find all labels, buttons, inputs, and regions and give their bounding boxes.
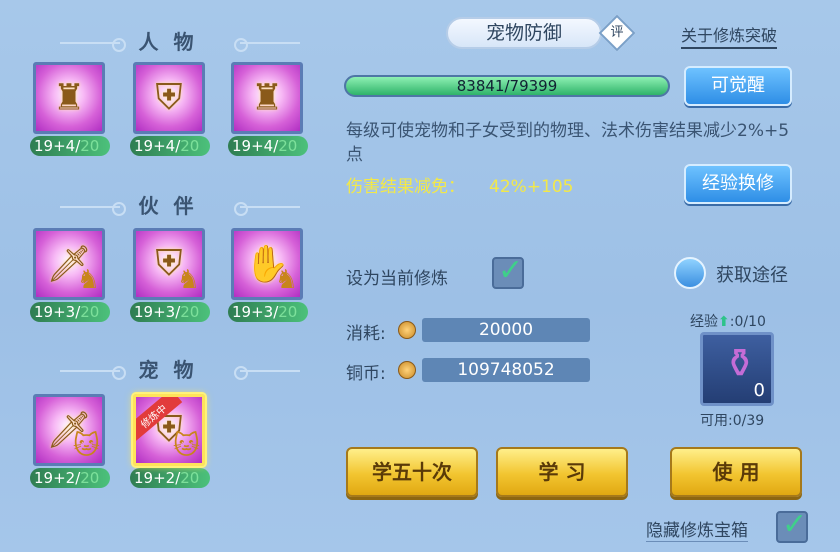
item-quantity: 0 (753, 380, 765, 401)
ornament-right (234, 202, 300, 216)
armor-icon: ♜ (250, 77, 284, 119)
skill-slot-pet-defense[interactable]: ⛨ 🐱 修炼中 19+2/20 (130, 394, 210, 488)
awaken-button[interactable]: 可觉醒 (684, 66, 792, 106)
vase-icon: ⚱ (723, 341, 757, 387)
skill-slot-pet-attack[interactable]: 🗡 🐱 19+2/20 (30, 394, 110, 488)
training-item-slot[interactable]: ⚱ 0 (700, 332, 774, 406)
cost-value: 20000 (422, 318, 590, 342)
coin-icon (398, 361, 416, 379)
skill-slot-character-magic[interactable]: ♜ 19+4/20 (228, 62, 308, 156)
skill-icon-frame: 🗡 ♞ (33, 228, 105, 300)
ornament-right (234, 366, 300, 380)
exp-exchange-button[interactable]: 经验换修 (684, 164, 792, 204)
progress-bar: 83841/79399 (344, 75, 670, 97)
damage-reduction: 伤害结果减免： 42%+105 (346, 172, 573, 197)
effect-description: 每级可使宠物和子女受到的物理、法术伤害结果减少2%+5点 (346, 121, 790, 165)
skill-slot-character-attack[interactable]: ♜ 19+4/20 (30, 62, 110, 156)
ornament-right (234, 38, 300, 52)
use-button[interactable]: 使 用 (670, 447, 802, 497)
book-icon[interactable] (674, 257, 706, 289)
exp-label: 经验 (690, 314, 718, 330)
armor-shield-icon: ⛨ (155, 77, 183, 118)
hide-box-label: 隐藏修炼宝箱 (646, 516, 748, 542)
beast-icon: ♞ (176, 265, 200, 295)
skill-level-bar: 19+2/20 (130, 468, 210, 488)
skill-icon-frame: 🗡 🐱 (33, 394, 105, 466)
skill-icon-frame: ♜ (231, 62, 303, 134)
skill-level-bar: 19+2/20 (30, 468, 110, 488)
skill-slot-partner-attack[interactable]: 🗡 ♞ 19+3/20 (30, 228, 110, 322)
about-breakthrough-link[interactable]: 关于修炼突破 (681, 22, 778, 49)
skill-slot-character-defense[interactable]: ⛨ 19+4/20 (130, 62, 210, 156)
set-current-label: 设为当前修炼 (346, 269, 448, 289)
statue-icon: ♜ (52, 77, 86, 119)
skill-level-bar: 19+4/20 (228, 136, 308, 156)
exp-value: :0/10 (729, 314, 766, 330)
check-icon: ✓ (782, 507, 808, 542)
learn-fifty-button[interactable]: 学五十次 (346, 447, 478, 497)
cat-icon: 🐱 (172, 431, 200, 461)
damage-reduction-label: 伤害结果减免： (346, 177, 465, 197)
skill-slot-partner-magic[interactable]: ✋ ♞ 19+3/20 (228, 228, 308, 322)
skill-level-bar: 19+4/20 (30, 136, 110, 156)
available-count: 可用:0/39 (700, 413, 765, 429)
skill-level-bar: 19+3/20 (228, 302, 308, 322)
arrow-up-icon: ⬆ (718, 314, 730, 330)
skill-icon-frame: ⛨ (133, 62, 205, 134)
exp-indicator: 经验⬆:0/10 (690, 311, 766, 331)
skill-icon-frame: ⛨ 🐱 修炼中 (133, 394, 205, 466)
damage-reduction-value: 42%+105 (489, 177, 574, 197)
set-current-checkbox[interactable]: ✓ (492, 253, 524, 289)
review-badge[interactable]: 评 (598, 14, 636, 52)
skill-level-bar: 19+4/20 (130, 136, 210, 156)
check-icon: ✓ (498, 253, 524, 288)
get-path-label[interactable]: 获取途径 (716, 261, 788, 287)
cost-label: 消耗: (346, 324, 386, 344)
coins-label: 铜币: (346, 364, 386, 384)
skill-icon-frame: ♜ (33, 62, 105, 134)
learn-button[interactable]: 学 习 (496, 447, 628, 497)
skill-icon-frame: ✋ ♞ (231, 228, 303, 300)
panel-title: 宠物防御 (446, 17, 602, 49)
skill-icon-frame: ⛨ ♞ (133, 228, 205, 300)
review-badge-label: 评 (610, 25, 624, 40)
coin-icon (398, 321, 416, 339)
skill-level-bar: 19+3/20 (30, 302, 110, 322)
skill-slot-partner-defense[interactable]: ⛨ ♞ 19+3/20 (130, 228, 210, 322)
beast-icon: ♞ (76, 265, 100, 295)
skill-level-bar: 19+3/20 (130, 302, 210, 322)
progress-text: 83841/79399 (456, 77, 558, 95)
cat-icon: 🐱 (72, 431, 100, 461)
beast-icon: ♞ (274, 265, 298, 295)
hide-box-checkbox[interactable]: ✓ (776, 507, 808, 543)
coins-value: 109748052 (422, 358, 590, 382)
